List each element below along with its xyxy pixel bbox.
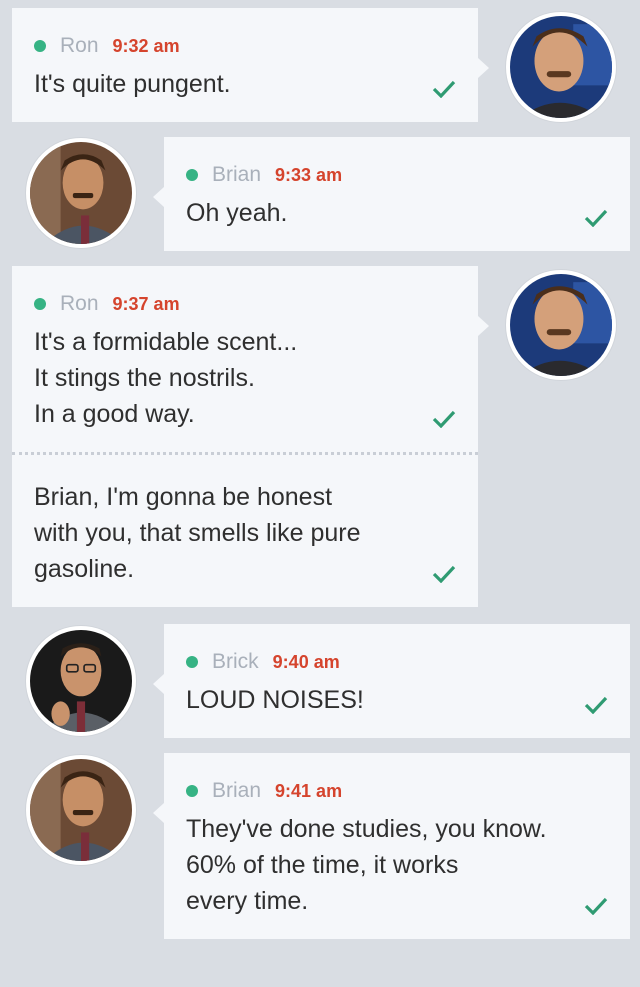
checkmark-icon bbox=[432, 565, 456, 583]
message-segment: Brian 9:41 am They've done studies, you … bbox=[164, 753, 630, 939]
portrait-ron-image bbox=[510, 16, 612, 118]
message-time: 9:33 am bbox=[275, 164, 343, 185]
portrait-brian-image bbox=[30, 759, 132, 861]
online-dot-icon bbox=[34, 40, 46, 52]
portrait-brick-image bbox=[30, 630, 132, 732]
message-text: It's quite pungent. bbox=[34, 70, 231, 98]
sender-name: Brian bbox=[212, 163, 262, 186]
avatar-brick[interactable] bbox=[26, 626, 136, 736]
message-bubble-ron: Ron 9:37 am It's a formidable scent... I… bbox=[12, 266, 489, 607]
online-dot-icon bbox=[186, 656, 198, 668]
checkmark-icon bbox=[432, 410, 456, 428]
checkmark-icon bbox=[584, 209, 608, 227]
sender-name: Ron bbox=[60, 292, 99, 315]
message-bubble-brian: Brian 9:33 am Oh yeah. bbox=[153, 137, 630, 251]
message-time: 9:37 am bbox=[112, 293, 180, 314]
online-dot-icon bbox=[34, 298, 46, 310]
avatar-ron[interactable] bbox=[506, 12, 616, 122]
message-bubble-ron: Ron 9:32 am It's quite pungent. bbox=[12, 8, 489, 122]
message-segment: Brick 9:40 am LOUD NOISES! bbox=[164, 624, 630, 738]
online-dot-icon bbox=[186, 169, 198, 181]
avatar-brian[interactable] bbox=[26, 755, 136, 865]
message-segment: Brian 9:33 am Oh yeah. bbox=[164, 137, 630, 251]
sender-name: Brick bbox=[212, 650, 259, 673]
checkmark-icon bbox=[584, 696, 608, 714]
message-segment: Brian, I'm gonna be honest with you, tha… bbox=[12, 452, 478, 607]
message-segment: Ron 9:32 am It's quite pungent. bbox=[12, 8, 478, 122]
avatar-ron[interactable] bbox=[506, 270, 616, 380]
message-text: LOUD NOISES! bbox=[186, 686, 364, 714]
message-bubble-brick: Brick 9:40 am LOUD NOISES! bbox=[153, 624, 630, 738]
checkmark-icon bbox=[432, 80, 456, 98]
message-text: They've done studies, you know. 60% of t… bbox=[186, 815, 547, 915]
portrait-brian-image bbox=[30, 142, 132, 244]
message-text: Brian, I'm gonna be honest with you, tha… bbox=[34, 483, 361, 583]
sender-name: Ron bbox=[60, 34, 99, 57]
online-dot-icon bbox=[186, 785, 198, 797]
message-text: It's a formidable scent... It stings the… bbox=[34, 328, 298, 428]
checkmark-icon bbox=[584, 897, 608, 915]
avatar-brian[interactable] bbox=[26, 138, 136, 248]
message-time: 9:40 am bbox=[272, 651, 340, 672]
message-time: 9:41 am bbox=[275, 780, 343, 801]
message-text: Oh yeah. bbox=[186, 199, 288, 227]
message-time: 9:32 am bbox=[112, 35, 180, 56]
sender-name: Brian bbox=[212, 779, 262, 802]
portrait-ron-image bbox=[510, 274, 612, 376]
message-segment: Ron 9:37 am It's a formidable scent... I… bbox=[12, 266, 478, 452]
message-bubble-brian: Brian 9:41 am They've done studies, you … bbox=[153, 753, 630, 939]
